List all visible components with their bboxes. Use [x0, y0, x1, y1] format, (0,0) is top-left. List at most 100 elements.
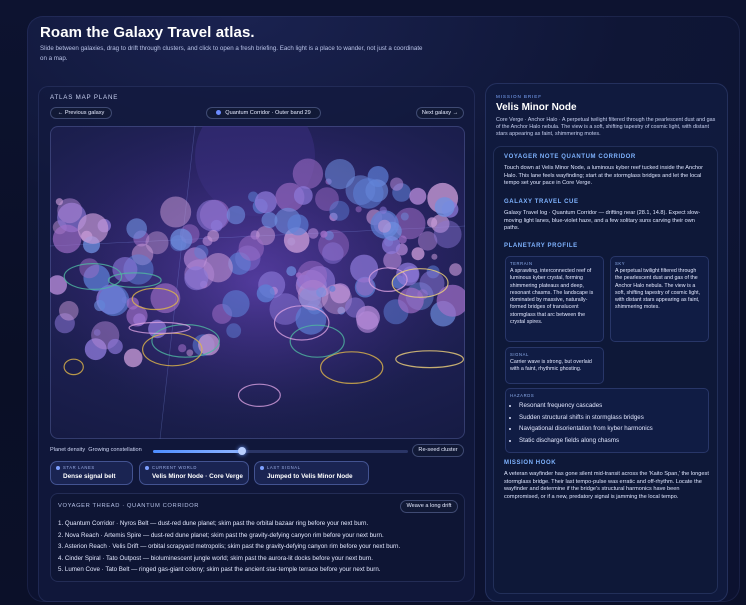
next-galaxy-button[interactable]: Next galaxy →: [416, 107, 464, 119]
mission-hook-title: MISSION HOOK: [504, 460, 557, 466]
stat-key: CURRENT WORLD: [152, 465, 197, 470]
hazard-item: Navigational disorientation from kyber h…: [519, 423, 653, 435]
planet-node[interactable]: [98, 285, 130, 317]
hazards-key: HAZARDS: [510, 393, 535, 398]
reseed-cluster-button[interactable]: Re-seed cluster: [412, 444, 464, 457]
planet-node[interactable]: [324, 159, 356, 190]
brief-summary: Core Verge · Anchor Halo · A perpetual t…: [496, 117, 716, 138]
planet-node[interactable]: [226, 205, 246, 225]
density-slider[interactable]: [153, 447, 408, 455]
stat-value: Dense signal belt: [63, 473, 116, 480]
weave-long-drift-button[interactable]: Weave a long drift: [400, 500, 458, 513]
thread-item[interactable]: 2. Nova Reach · Artemis Spire — dust-red…: [58, 530, 400, 542]
density-mode-text: Growing constellation: [88, 447, 142, 453]
planet-node[interactable]: [287, 214, 309, 236]
stat-key: STAR LANES: [63, 465, 95, 470]
hazard-item: Static discharge fields along chasms: [519, 435, 653, 447]
planet-node[interactable]: [379, 206, 387, 214]
planet-node[interactable]: [322, 242, 344, 264]
planet-node[interactable]: [222, 290, 250, 318]
planet-node[interactable]: [356, 277, 375, 296]
thread-item[interactable]: 1. Quantum Corridor · Nyros Belt — dust-…: [58, 518, 400, 530]
sky-card: SKY A perpetual twilight filtered through…: [610, 256, 709, 342]
planet-node[interactable]: [207, 230, 220, 242]
thread-item[interactable]: 5. Lumen Cove · Tato Belt — ringed gas-g…: [58, 564, 400, 576]
planet-node[interactable]: [431, 253, 438, 260]
band-indicator: Quantum Corridor · Outer band 29: [206, 107, 321, 119]
density-slider-fill: [153, 450, 243, 453]
planet-node[interactable]: [126, 218, 147, 239]
voyager-note-body: Touch down at Velis Minor Node, a lumino…: [504, 165, 703, 187]
planet-node[interactable]: [316, 287, 327, 298]
thread-item[interactable]: 3. Asterion Reach · Velis Drift — orbita…: [58, 541, 400, 553]
planet-node[interactable]: [400, 212, 409, 221]
planet-node[interactable]: [170, 228, 193, 251]
planet-node[interactable]: [409, 187, 427, 205]
planet-node[interactable]: [390, 177, 404, 191]
mission-hook-body: A veteran wayfinder has gone silent mid-…: [504, 471, 709, 500]
brief-title: Velis Minor Node: [496, 102, 577, 113]
planet-node[interactable]: [194, 244, 209, 260]
thread-item[interactable]: 4. Cinder Spiral · Tato Outpost — biolum…: [58, 553, 400, 565]
signal-key: SIGNAL: [510, 352, 529, 357]
planet-node[interactable]: [433, 220, 462, 249]
planet-node[interactable]: [55, 198, 63, 206]
planet-node[interactable]: [398, 287, 424, 314]
atlas-map-canvas[interactable]: [50, 126, 465, 439]
brief-heading: MISSION BRIEF: [496, 94, 542, 99]
planet-node[interactable]: [293, 186, 313, 205]
planet-node[interactable]: [93, 329, 101, 336]
planet-node[interactable]: [378, 219, 391, 233]
planet-node[interactable]: [178, 344, 187, 353]
planet-node[interactable]: [210, 219, 223, 232]
planet-node[interactable]: [79, 258, 100, 279]
planet-node[interactable]: [256, 284, 275, 303]
atlas-heading: ATLAS MAP PLANE: [50, 94, 119, 101]
planet-node[interactable]: [396, 262, 420, 286]
thread-heading: VOYAGER THREAD · QUANTUM CORRIDOR: [58, 503, 200, 509]
band-label: Quantum Corridor · Outer band 29: [225, 110, 311, 116]
planet-node[interactable]: [186, 349, 194, 357]
terrain-key: TERRAIN: [510, 261, 533, 266]
planet-node[interactable]: [353, 178, 384, 209]
stat-dot-icon: [260, 466, 264, 470]
planet-node[interactable]: [145, 231, 169, 255]
planet-node[interactable]: [160, 196, 192, 228]
planet-node[interactable]: [292, 158, 324, 189]
stat-key: LAST SIGNAL: [267, 465, 301, 470]
band-dot-icon: [216, 110, 222, 116]
travel-cue-body: Galaxy Travel log · Quantum Corridor — d…: [504, 210, 701, 232]
stat-dot-icon: [145, 466, 149, 470]
planet-node[interactable]: [52, 224, 82, 254]
planet-node[interactable]: [254, 191, 277, 214]
planet-node[interactable]: [434, 197, 455, 217]
planet-node[interactable]: [184, 266, 209, 291]
sky-body: A perpetual twilight filtered through th…: [615, 268, 701, 311]
planet-node[interactable]: [77, 213, 109, 244]
planet-node[interactable]: [297, 260, 328, 291]
planet-node[interactable]: [329, 285, 336, 292]
atlas-map[interactable]: [50, 126, 465, 439]
stat-value: Jumped to Velis Minor Node: [267, 473, 353, 480]
planet-node[interactable]: [411, 247, 425, 261]
planet-node[interactable]: [449, 263, 462, 276]
planet-node[interactable]: [123, 348, 143, 368]
page-subtitle: Slide between galaxies, drag to drift th…: [40, 45, 423, 62]
planet-node[interactable]: [307, 228, 319, 239]
planet-node[interactable]: [286, 266, 297, 277]
voyager-note-title: VOYAGER NOTE QUANTUM CORRIDOR: [504, 154, 636, 160]
planet-node[interactable]: [320, 230, 328, 238]
planet-node[interactable]: [226, 323, 242, 339]
hazard-item: Sudden structural shifts in stormglass b…: [519, 412, 653, 424]
stat-dot-icon: [56, 466, 60, 470]
stat-star-lanes: STAR LANES Dense signal belt: [50, 461, 133, 485]
terrain-body: A sprawling, interconnected reef of lumi…: [510, 268, 594, 326]
planet-node[interactable]: [238, 235, 264, 261]
planet-node[interactable]: [355, 206, 362, 213]
planet-node[interactable]: [329, 200, 350, 221]
planet-node[interactable]: [398, 235, 407, 244]
planet-node[interactable]: [107, 338, 123, 355]
planet-node[interactable]: [59, 301, 79, 321]
planet-node[interactable]: [355, 305, 380, 330]
previous-galaxy-button[interactable]: ← Previous galaxy: [50, 107, 112, 119]
